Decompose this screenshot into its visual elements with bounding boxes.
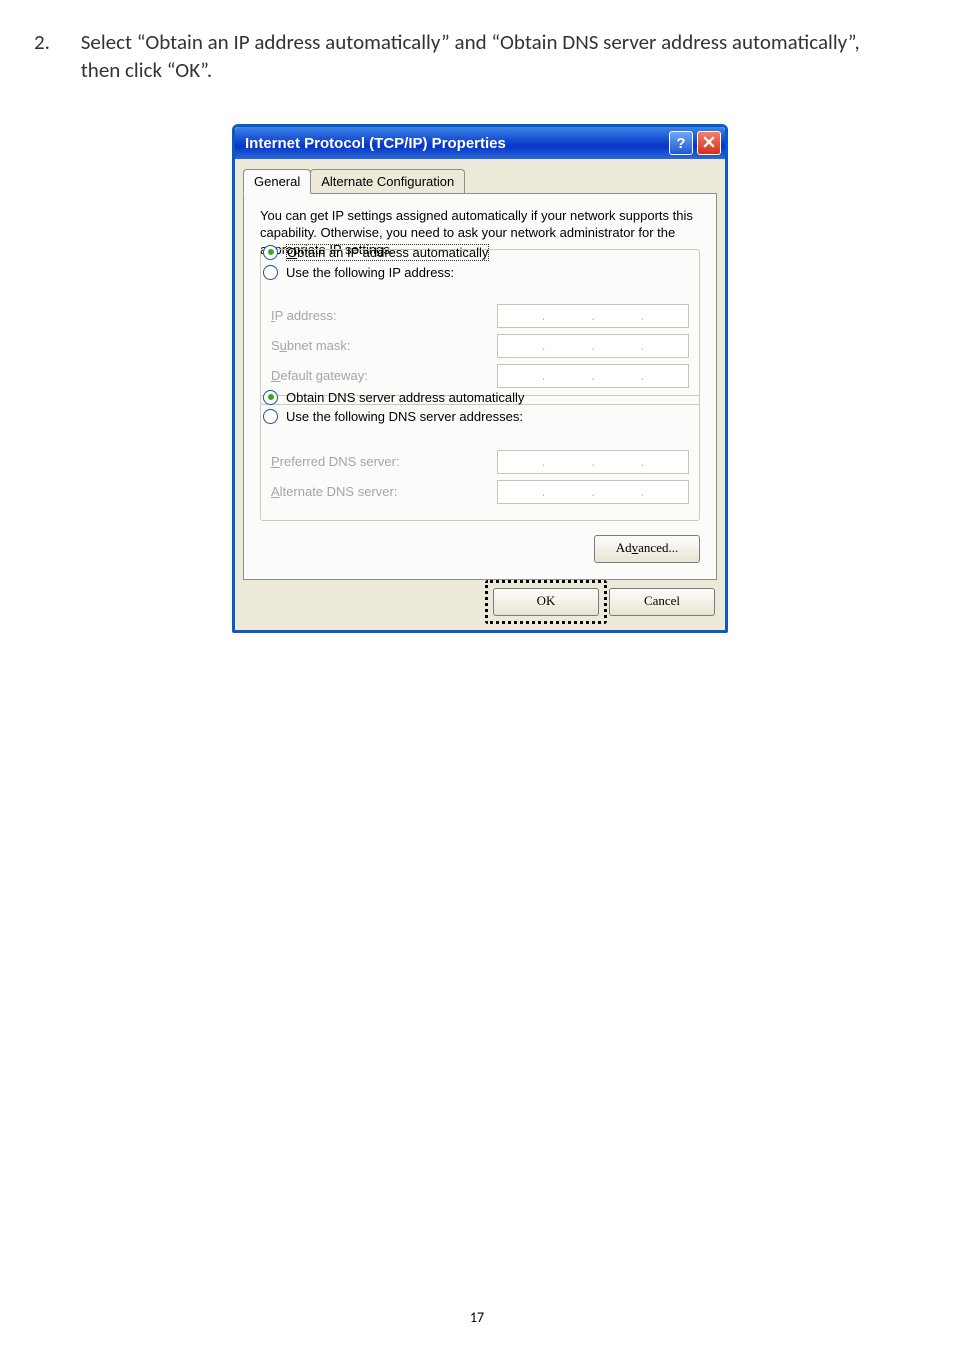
tab-alternate-configuration[interactable]: Alternate Configuration [310,169,465,193]
list-number: 2. [34,28,76,56]
field-ip-address: IP address: ... [271,304,689,328]
field-subnet-mask: Subnet mask: ... [271,334,689,358]
field-preferred-dns: Preferred DNS server: ... [271,450,689,474]
tcpip-properties-dialog: Internet Protocol (TCP/IP) Properties ? … [232,124,728,633]
ok-button[interactable]: OK [493,588,599,616]
ip-group: Obtain an IP address automatically Use t… [260,249,700,405]
close-icon [703,135,715,152]
field-default-gateway: Default gateway: ... [271,364,689,388]
radio-dot-icon [263,245,278,260]
tab-strip: General Alternate Configuration [235,159,725,193]
field-alternate-dns: Alternate DNS server: ... [271,480,689,504]
advanced-button[interactable]: Advanced... [594,535,700,563]
radio-dot-icon [263,390,278,405]
preferred-dns-input: ... [497,450,689,474]
radio-obtain-dns-auto[interactable]: Obtain DNS server address automatically [263,390,699,405]
instruction-text: Select “Obtain an IP address automatical… [81,28,901,85]
radio-icon [263,265,278,280]
cancel-button[interactable]: Cancel [609,588,715,616]
radio-use-following-ip[interactable]: Use the following IP address: [263,265,699,280]
radio-obtain-ip-auto[interactable]: Obtain an IP address automatically [263,244,699,261]
radio-icon [263,409,278,424]
page-number: 17 [0,1309,954,1326]
radio-use-following-dns[interactable]: Use the following DNS server addresses: [263,409,699,424]
radio-label: Use the following IP address: [286,265,454,280]
subnet-mask-input: ... [497,334,689,358]
radio-label: Use the following DNS server addresses: [286,409,523,424]
tab-general[interactable]: General [243,169,311,194]
alternate-dns-input: ... [497,480,689,504]
title-bar: Internet Protocol (TCP/IP) Properties ? [235,127,725,159]
close-button[interactable] [697,131,721,155]
radio-label: Obtain an IP address automatically [286,244,489,261]
ip-address-input: ... [497,304,689,328]
radio-label: Obtain DNS server address automatically [286,390,524,405]
default-gateway-input: ... [497,364,689,388]
window-title: Internet Protocol (TCP/IP) Properties [245,135,506,152]
help-button[interactable]: ? [669,131,693,155]
dns-group: Obtain DNS server address automatically … [260,395,700,521]
general-panel: You can get IP settings assigned automat… [243,193,717,580]
